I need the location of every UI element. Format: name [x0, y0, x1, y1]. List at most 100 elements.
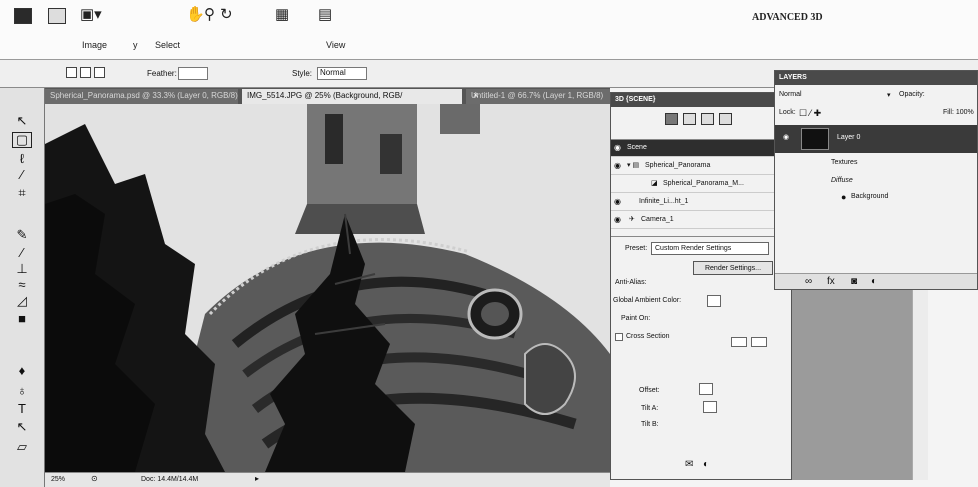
- light-filter-icon[interactable]: [719, 113, 732, 125]
- arrange-documents-icon[interactable]: ▦: [275, 6, 289, 24]
- scene-row-panorama-material[interactable]: ◪ Spherical_Panorama_M...: [611, 176, 791, 193]
- visibility-eye-icon[interactable]: ◉: [614, 158, 621, 174]
- diffuse-label: Diffuse: [831, 177, 853, 184]
- tilt-a-input[interactable]: [703, 401, 717, 413]
- status-info-icon: ⊙: [91, 474, 98, 483]
- visibility-eye-icon[interactable]: ◉: [614, 140, 621, 156]
- scene-row-spherical-panorama[interactable]: ◉ ▾ ▤ Spherical_Panorama: [611, 158, 791, 175]
- style-label: Style:: [292, 69, 313, 78]
- ambient-color-label: Global Ambient Color:: [613, 297, 682, 304]
- blend-dropdown-icon[interactable]: ▾: [887, 91, 891, 99]
- eyedropper-tool-icon[interactable]: ✎: [12, 228, 32, 242]
- preset-select[interactable]: Custom Render Settings: [651, 242, 769, 255]
- menu-view[interactable]: View: [326, 40, 345, 50]
- menu-image[interactable]: Image: [82, 40, 107, 50]
- expand-triangle-icon[interactable]: ▾ ▤: [627, 158, 639, 174]
- shape-tool-icon[interactable]: ▱: [12, 440, 32, 454]
- tools-panel: ↖ ▢ ℓ ⁄ ⌗ ✎ ⁄ ⊥ ≈ ◿ ■ ♦ ♁ T ↖ ▱: [0, 88, 45, 487]
- link-layers-icon[interactable]: ∞: [805, 276, 812, 287]
- menu-select[interactable]: Select: [155, 40, 180, 50]
- zoom-tool-icon[interactable]: ⚲: [204, 6, 215, 24]
- scene-row-camera[interactable]: ◉ ✈ Camera_1: [611, 212, 791, 229]
- history-brush-tool-icon[interactable]: ≈: [12, 278, 32, 292]
- toggle-icon[interactable]: ◐: [703, 459, 709, 470]
- anti-alias-label: Anti-Alias:: [615, 279, 647, 286]
- blend-mode-select[interactable]: Normal: [779, 91, 802, 98]
- status-arrow-icon[interactable]: ▸: [255, 474, 259, 483]
- 3d-panel-title[interactable]: 3D {SCENE}: [611, 93, 791, 107]
- lock-icons[interactable]: ☐ ⁄ ✚: [799, 108, 821, 119]
- visibility-eye-icon[interactable]: ◉: [614, 194, 621, 210]
- add-selection-icon[interactable]: [80, 67, 91, 78]
- path-select-tool-icon[interactable]: ↖: [12, 420, 32, 434]
- close-tab-icon[interactable]: ×: [473, 90, 478, 100]
- texture-bullet-icon: ●: [841, 192, 847, 202]
- hand-tool-icon[interactable]: ✋: [186, 6, 205, 24]
- offset-input[interactable]: [699, 383, 713, 395]
- style-select[interactable]: Normal: [317, 67, 367, 80]
- marquee-tool-icon[interactable]: ▢: [12, 132, 32, 148]
- dodge-tool-icon[interactable]: ♦: [12, 364, 32, 378]
- tab-document-1[interactable]: Spherical_Panorama.psd @ 33.3% (Layer 0,…: [45, 89, 238, 104]
- view-extras-icon[interactable]: ▣▾: [80, 6, 102, 24]
- scene-row-infinite-light[interactable]: ◉ Infinite_Li...ht_1: [611, 194, 791, 211]
- opacity-label: Opacity:: [899, 91, 925, 98]
- layer-row-background[interactable]: ● Background: [775, 191, 977, 205]
- feather-input[interactable]: [178, 67, 208, 80]
- gradient-tool-icon[interactable]: ■: [12, 312, 32, 326]
- camera-icon: ✈: [629, 216, 635, 223]
- cross-section-checkbox[interactable]: [615, 333, 623, 341]
- cross-section-toggle-2[interactable]: [751, 337, 767, 347]
- material-icon: ◪: [651, 180, 658, 187]
- layers-panel-title[interactable]: LAYERS: [775, 71, 977, 85]
- layer-name: Layer 0: [837, 134, 861, 141]
- lock-label: Lock:: [779, 109, 796, 116]
- layer-row-diffuse[interactable]: Diffuse: [775, 175, 977, 188]
- visibility-eye-icon[interactable]: ◉: [614, 212, 621, 228]
- menu-y[interactable]: y: [133, 40, 138, 50]
- layers-footer: ∞ fx ◙ ◐: [775, 273, 977, 289]
- add-mask-icon[interactable]: ◙: [851, 276, 857, 287]
- layer-style-icon[interactable]: fx: [827, 276, 835, 287]
- new-selection-icon[interactable]: [66, 67, 77, 78]
- bridge-icon[interactable]: [48, 8, 66, 24]
- pen-tool-icon[interactable]: ♁: [12, 384, 32, 398]
- layer-row-textures[interactable]: Textures: [775, 157, 977, 170]
- zoom-level[interactable]: 25%: [51, 476, 65, 483]
- mesh-filter-icon[interactable]: [683, 113, 696, 125]
- document-canvas[interactable]: [45, 104, 610, 472]
- layers-lock-row: Lock: ☐ ⁄ ✚ Fill: 100%: [775, 107, 977, 121]
- lasso-tool-icon[interactable]: ℓ: [12, 152, 32, 166]
- render-settings-button[interactable]: Render Settings...: [693, 261, 773, 275]
- type-tool-icon[interactable]: T: [12, 402, 32, 416]
- visibility-eye-icon[interactable]: ◉: [783, 133, 789, 141]
- ambient-color-swatch[interactable]: [707, 295, 721, 307]
- crop-tool-icon[interactable]: ⌗: [12, 186, 32, 200]
- textures-label: Textures: [831, 159, 858, 166]
- subtract-selection-icon[interactable]: [94, 67, 105, 78]
- layer-row-layer0[interactable]: ◉ Layer 0: [775, 125, 977, 153]
- vertical-scrollbar[interactable]: [912, 290, 928, 480]
- move-tool-icon[interactable]: ↖: [12, 114, 32, 128]
- rotate-view-icon[interactable]: ↻: [220, 6, 233, 24]
- layers-panel: LAYERS Normal ▾ Opacity: Lock: ☐ ⁄ ✚ Fil…: [774, 70, 978, 290]
- render-icon[interactable]: ✉: [685, 459, 693, 470]
- screen-mode-icon[interactable]: ▤: [318, 6, 332, 24]
- application-bar: ▣▾ ✋ ⚲ ↻ ▦ ▤ Image y Select View ADVANCE…: [0, 0, 978, 60]
- material-filter-icon[interactable]: [701, 113, 714, 125]
- scene-filter-icon[interactable]: [665, 113, 678, 125]
- cross-section-toggle-1[interactable]: [731, 337, 747, 347]
- scene-row-scene[interactable]: ◉ Scene: [611, 140, 791, 157]
- tab-document-2[interactable]: IMG_5514.JPG @ 25% (Background, RGB/: [242, 89, 462, 104]
- adjustment-layer-icon[interactable]: ◐: [871, 276, 877, 287]
- brush-tool-icon[interactable]: ⁄: [12, 246, 32, 260]
- workspace-switcher[interactable]: ADVANCED 3D: [752, 12, 823, 23]
- fill-label: Fill: 100%: [943, 109, 974, 116]
- layer-thumbnail: [801, 128, 829, 150]
- tab-document-3[interactable]: Untitled-1 @ 66.7% (Layer 1, RGB/8): [466, 89, 610, 104]
- stamp-tool-icon[interactable]: ⊥: [12, 262, 32, 276]
- eraser-tool-icon[interactable]: ◿: [12, 294, 32, 308]
- magic-wand-tool-icon[interactable]: ⁄: [12, 168, 32, 182]
- photoshop-logo-icon: [14, 8, 32, 24]
- tilt-a-label: Tilt A:: [641, 405, 659, 412]
